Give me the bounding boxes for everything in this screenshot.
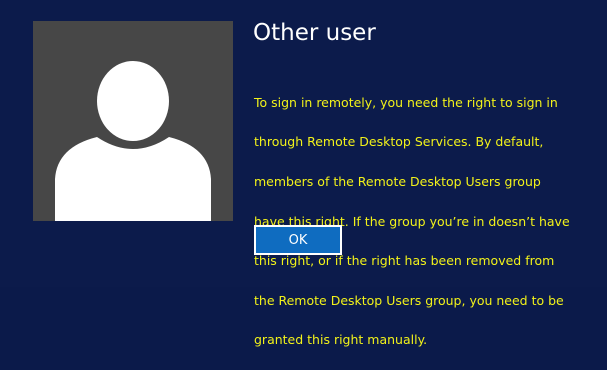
remote-sign-in-error-message: To sign in remotely, you need the right … [254,73,604,370]
sign-in-screen: Other user To sign in remotely, you need… [0,0,607,347]
ok-button[interactable]: OK [254,225,342,255]
message-line: granted this right manually. [254,332,428,348]
message-line: members of the Remote Desktop Users grou… [254,173,541,189]
user-name-heading: Other user [253,20,376,46]
message-line: the Remote Desktop Users group, you need… [254,292,564,308]
message-line: To sign in remotely, you need the right … [254,94,558,110]
message-line: through Remote Desktop Services. By defa… [254,134,544,150]
default-user-silhouette-icon [33,21,233,221]
user-avatar [33,21,233,221]
